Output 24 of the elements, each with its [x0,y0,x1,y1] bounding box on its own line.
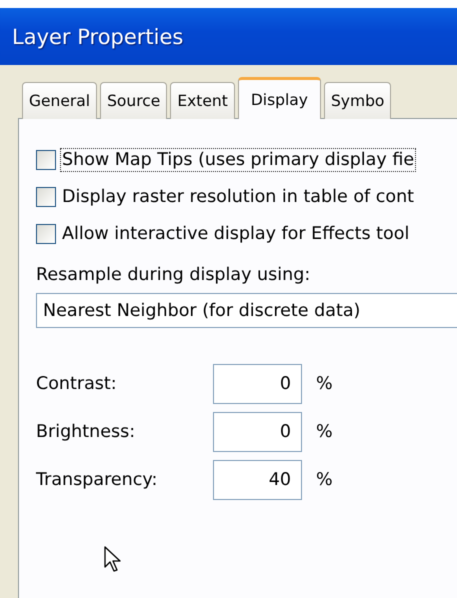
unit-label: % [315,470,334,490]
tab[interactable]: Symbo [324,82,392,119]
unit-label: % [315,374,334,394]
field-label: Transparency: [36,470,158,490]
checkbox-label[interactable]: Allow interactive display for Effects tool [60,222,412,246]
window-title: Layer Properties [12,24,184,48]
checkbox-label[interactable]: Display raster resolution in table of cont [60,184,416,208]
percent-field[interactable]: 40 [213,460,302,500]
tab[interactable]: Display [238,77,321,119]
unit-label: % [315,422,334,442]
tab[interactable]: General [22,82,98,119]
resample-dropdown[interactable]: Nearest Neighbor (for discrete data) [36,293,457,328]
checkbox[interactable] [36,224,56,244]
checkbox[interactable] [36,150,56,170]
checkbox-label[interactable]: Show Map Tips (uses primary display fie [60,148,416,172]
tab[interactable]: Source [100,82,168,119]
tab[interactable]: Extent [170,82,235,119]
field-label: Contrast: [36,374,118,394]
field-label: Resample during display using: [36,265,310,285]
percent-field[interactable]: 0 [213,364,302,404]
cursor-icon [104,546,121,573]
field-label: Brightness: [36,422,136,442]
checkbox[interactable] [36,186,56,206]
percent-field[interactable]: 0 [213,412,302,452]
